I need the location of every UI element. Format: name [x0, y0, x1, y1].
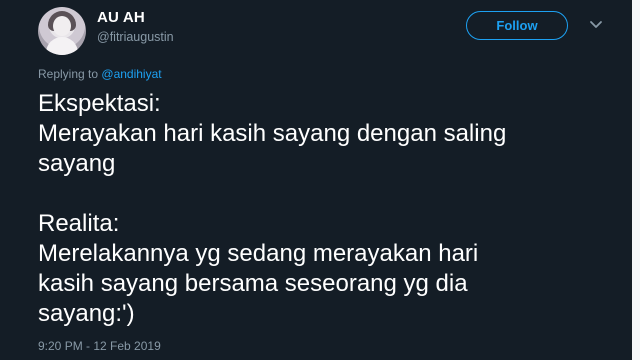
reply-mention-link[interactable]: @andihiyat: [101, 67, 161, 81]
tweet-line: sayang:'): [38, 300, 135, 327]
page-edge: [632, 0, 640, 360]
tweet-text: Ekspektasi: Merayakan hari kasih sayang …: [38, 89, 598, 329]
replying-prefix: Replying to: [38, 67, 99, 81]
chevron-down-icon: [590, 21, 602, 28]
follow-button[interactable]: Follow: [466, 11, 568, 40]
avatar-face: [53, 16, 71, 36]
user-handle[interactable]: @fitriaugustin: [97, 30, 174, 44]
tweet-line: sayang: [38, 150, 116, 177]
tweet-line: Merelakannya yg sedang merayakan hari: [38, 240, 479, 267]
tweet-line: Realita:: [38, 210, 120, 237]
more-options-button[interactable]: [586, 15, 606, 35]
tweet-card: AU AH @fitriaugustin Follow Replying to …: [0, 0, 640, 360]
replying-to: Replying to @andihiyat: [38, 67, 162, 81]
avatar-body: [46, 37, 78, 55]
tweet-timestamp[interactable]: 9:20 PM - 12 Feb 2019: [38, 339, 161, 353]
avatar[interactable]: [38, 7, 86, 55]
display-name[interactable]: AU AH: [97, 9, 145, 26]
tweet-line: kasih sayang bersama seseorang yg dia: [38, 270, 468, 297]
tweet-line: Merayakan hari kasih sayang dengan salin…: [38, 120, 507, 147]
tweet-line-break: [38, 179, 598, 209]
tweet-line: Ekspektasi:: [38, 90, 161, 117]
